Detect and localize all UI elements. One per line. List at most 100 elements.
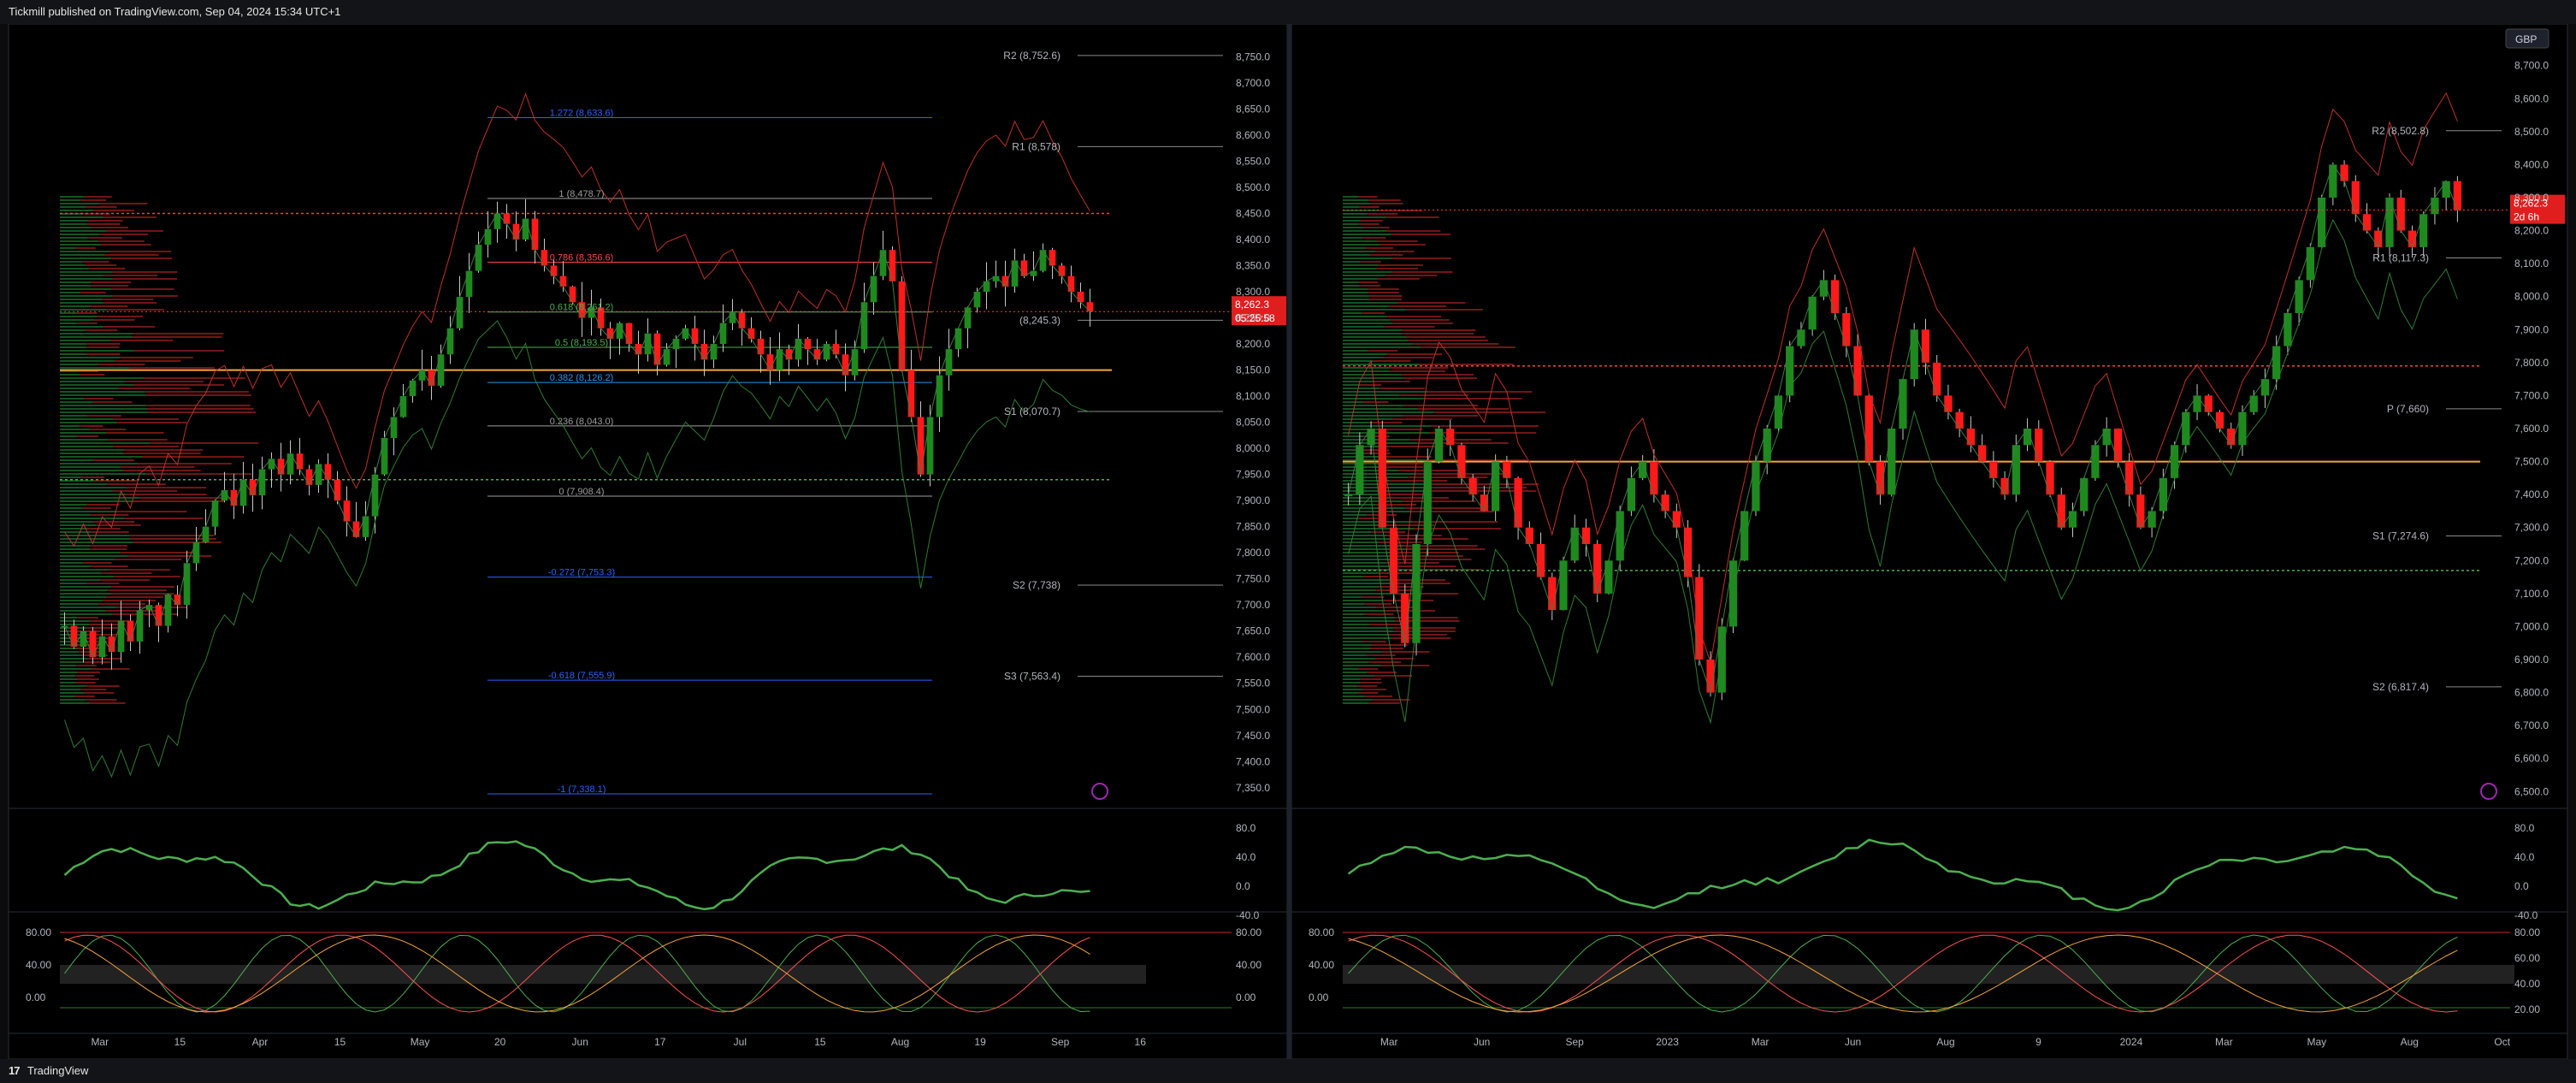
stoch-left-tick-label: 80.00 <box>1309 926 1334 938</box>
pivot-level-label: R1 (8,578) <box>1012 140 1061 152</box>
y-axis-tick-label: 8,650.0 <box>1236 103 1270 115</box>
stoch-right-tick-label: 40.00 <box>2514 978 2540 990</box>
date-axis-label: May <box>2307 1036 2327 1048</box>
candle-down <box>898 281 906 370</box>
candle-down <box>296 453 304 470</box>
candle-down <box>2035 429 2043 462</box>
candle-up <box>2442 180 2450 198</box>
candle-up <box>192 542 200 564</box>
pivot-level-label: S1 (8,070.7) <box>1004 405 1061 417</box>
candle-up <box>80 630 87 648</box>
fib-level-label: -0.272 (7,753.3) <box>548 568 615 578</box>
stoch-right-tick-label: 80.00 <box>1236 926 1261 938</box>
y-axis-tick-label: 8,150.0 <box>1236 364 1270 376</box>
candle-down <box>2046 461 2054 495</box>
fib-level-label: 1.272 (8,633.6) <box>550 108 614 118</box>
candle-up <box>2249 395 2258 412</box>
date-axis-label: Aug <box>891 1036 909 1048</box>
candle-up <box>2317 198 2326 247</box>
fib-level-label: 0 (7,908.4) <box>558 487 604 497</box>
candle-down <box>230 489 238 506</box>
y-axis-tick-label: 7,600.0 <box>2514 423 2549 435</box>
y-axis-tick-label: 7,750.0 <box>1236 573 1270 585</box>
last-price-label: 8,262.3 <box>2514 198 2548 210</box>
candle-down <box>1864 395 1873 462</box>
stoch-left-tick-label: 40.00 <box>26 959 51 971</box>
candle-down <box>2113 429 2123 462</box>
candle-down <box>127 620 134 642</box>
pivot-level-label: S1 (7,274.6) <box>2372 530 2429 542</box>
candle-down <box>1514 477 1522 528</box>
candle-up <box>1786 346 1794 396</box>
candle-up <box>729 312 736 323</box>
footer-brand[interactable]: TradingView <box>27 1064 89 1077</box>
candle-up <box>2068 511 2077 528</box>
pivot-level-label: S2 (7,738) <box>1013 579 1061 591</box>
candle-up <box>418 370 426 381</box>
candle-down <box>2362 214 2372 231</box>
fib-level-label: -1 (7,338.1) <box>558 784 606 795</box>
date-axis-label: 17 <box>654 1036 666 1048</box>
pivot-level-label: R2 (8,502.8) <box>2372 125 2429 137</box>
candle-up <box>465 270 473 298</box>
y-axis-tick-label: 7,450.0 <box>1236 730 1270 742</box>
candle-up <box>381 437 388 475</box>
momentum-tick-label: 40.0 <box>2514 851 2535 863</box>
y-axis-tick-label: 8,300.0 <box>1236 286 1270 298</box>
momentum-tick-label: -40.0 <box>2514 909 2538 921</box>
candle-up <box>1356 445 1364 495</box>
candle-up <box>879 250 887 276</box>
fib-level-label: 0.236 (8,043.0) <box>550 417 614 427</box>
candle-down <box>324 464 332 480</box>
candle-up <box>672 338 680 350</box>
candle-up <box>2012 445 2020 495</box>
candle-down <box>2136 494 2145 528</box>
charts-area[interactable]: 8,750.0 8,700.0 8,650.0 8,600.0 8,550.0 8,500… <box>0 24 2576 1059</box>
y-axis-tick-label: 8,200.0 <box>2514 225 2549 237</box>
candle-down <box>1049 250 1056 266</box>
y-axis-tick-label: 8,000.0 <box>2514 291 2549 303</box>
candle-down <box>1067 275 1075 293</box>
candle-up <box>2295 280 2303 313</box>
candle-down <box>1457 445 1466 478</box>
pivot-level-label: R1 (8,117.3) <box>2372 252 2429 263</box>
candle-down <box>766 354 774 370</box>
y-axis-tick-label: 7,950.0 <box>1236 469 1270 481</box>
y-axis-tick-label: 7,100.0 <box>2514 588 2549 600</box>
candle-up <box>1888 429 1896 495</box>
pivot-level-label: S3 (7,563.4) <box>1004 671 1061 683</box>
candle-down <box>550 265 558 276</box>
y-axis-tick-label: 8,050.0 <box>1236 417 1270 429</box>
candle-down <box>1921 329 1930 363</box>
candle-up <box>954 328 962 350</box>
date-axis-label: Mar <box>1380 1036 1398 1048</box>
stoch-right-tick-label: 0.00 <box>1236 991 1256 1003</box>
fib-level-label: 0.618 (8,261.2) <box>550 303 614 313</box>
candle-up <box>1774 395 1783 429</box>
candle-up <box>456 297 464 328</box>
candle-down <box>352 521 360 537</box>
candle-down <box>2125 461 2134 495</box>
y-axis-tick-label: 8,450.0 <box>1236 207 1270 219</box>
candle-down <box>1020 260 1028 276</box>
candle-up <box>1434 429 1444 462</box>
candle-up <box>973 292 981 308</box>
y-axis-tick-label: 7,900.0 <box>2514 323 2549 335</box>
stoch-right-tick-label: 20.00 <box>2514 1003 2540 1015</box>
y-axis-tick-label: 8,500.0 <box>1236 181 1270 193</box>
pivot-level-label: S2 (6,817.4) <box>2372 681 2429 693</box>
candle-up <box>1423 461 1432 544</box>
candle-down <box>531 218 539 251</box>
publish-header: Tickmill published on TradingView.com, S… <box>0 0 2576 24</box>
y-axis-tick-label: 7,500.0 <box>2514 456 2549 468</box>
fib-level-label: -0.618 (7,555.9) <box>548 671 615 681</box>
candle-up <box>2238 411 2247 446</box>
candle-up <box>1728 560 1738 627</box>
candle-down <box>1695 577 1704 660</box>
candle-up <box>522 218 529 240</box>
y-axis-tick-label: 7,000.0 <box>2514 620 2549 632</box>
candle-down <box>559 275 567 287</box>
candle-down <box>813 349 821 360</box>
y-axis-tick-label: 7,300.0 <box>2514 522 2549 534</box>
candle-up <box>484 228 492 246</box>
